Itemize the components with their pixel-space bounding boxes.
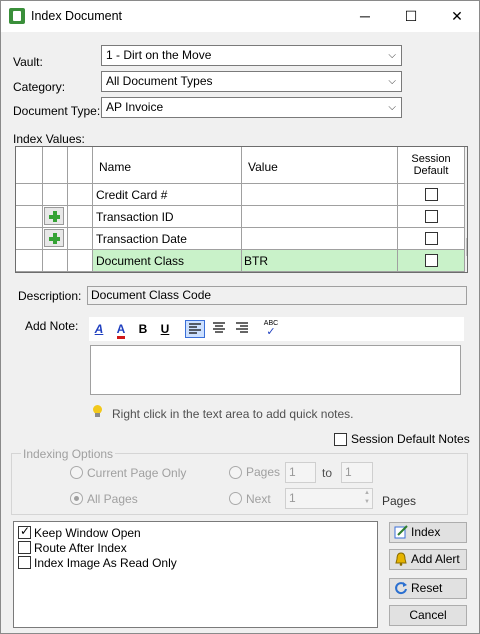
grid-scrollbar[interactable]: ▲ ▼	[465, 147, 467, 272]
all-pages-radio[interactable]	[70, 492, 83, 505]
index-button[interactable]: Index	[389, 522, 467, 543]
row-value-document-class[interactable]: BTR	[242, 250, 398, 272]
reset-icon	[395, 582, 407, 595]
minimize-button[interactable]: ─	[342, 1, 388, 32]
category-label: Category:	[13, 80, 66, 94]
row-value-transaction-date[interactable]	[242, 228, 398, 250]
index-document-window: Index Document ─ ☐ ✕ Vault: 1 - Dirt on …	[0, 0, 480, 634]
next-label: Next	[246, 492, 271, 506]
reset-button[interactable]: Reset	[389, 578, 467, 599]
align-left-icon[interactable]	[185, 320, 205, 338]
session-default-notes-checkbox[interactable]	[334, 433, 347, 446]
add-note-label: Add Note:	[25, 319, 79, 333]
pages-radio[interactable]	[229, 466, 242, 479]
align-center-icon[interactable]	[209, 320, 229, 338]
row-name-transaction-id: Transaction ID	[93, 206, 242, 228]
row-name-credit-card: Credit Card #	[93, 184, 242, 206]
row-value-transaction-id[interactable]	[242, 206, 398, 228]
quick-notes-hint: Right click in the text area to add quic…	[112, 407, 354, 421]
current-page-only-radio[interactable]	[70, 466, 83, 479]
chevron-down-icon: ⌵	[388, 50, 396, 61]
keep-window-open-checkbox[interactable]: ✓	[18, 524, 31, 539]
add-value-plus-icon[interactable]	[44, 207, 64, 225]
row-value-credit-card[interactable]	[242, 184, 398, 206]
description-label: Description:	[18, 289, 82, 303]
session-default-checkbox[interactable]	[425, 210, 438, 223]
row-name-transaction-date: Transaction Date	[93, 228, 242, 250]
pages-to-field[interactable]: 1	[341, 462, 373, 483]
vault-value: 1 - Dirt on the Move	[106, 48, 212, 62]
row-name-document-class: Document Class	[93, 250, 242, 272]
pages-label: Pages	[246, 465, 281, 479]
route-after-index-checkbox[interactable]	[18, 541, 31, 554]
next-pages-label: Pages	[382, 494, 417, 508]
next-radio[interactable]	[229, 492, 242, 505]
index-values-label: Index Values:	[13, 132, 85, 146]
session-default-checkbox[interactable]	[425, 254, 438, 267]
indexing-options-legend: Indexing Options	[21, 447, 116, 461]
column-header-value[interactable]: Value	[242, 147, 398, 184]
index-options-list: ✓ Keep Window Open Route After Index Ind…	[13, 521, 378, 628]
current-page-only-label: Current Page Only	[87, 466, 187, 480]
category-value: All Document Types	[106, 74, 213, 88]
scroll-thumb[interactable]	[466, 238, 467, 256]
session-default-checkbox[interactable]	[425, 232, 438, 245]
description-field: Document Class Code	[87, 286, 467, 305]
document-type-value: AP Invoice	[106, 100, 164, 114]
cancel-button[interactable]: Cancel	[389, 605, 467, 626]
chevron-down-icon: ⌵	[388, 102, 396, 113]
all-pages-label: All Pages	[87, 492, 138, 506]
index-values-grid: Name Value Session Default Credit Card #…	[15, 146, 468, 273]
note-textarea[interactable]	[90, 345, 461, 395]
vault-label: Vault:	[13, 55, 43, 69]
session-default-notes-label: Session Default Notes	[351, 432, 470, 446]
column-header-name[interactable]: Name	[93, 147, 242, 184]
add-alert-button[interactable]: Add Alert	[389, 549, 467, 570]
font-color-icon[interactable]: A	[111, 320, 131, 339]
vault-select[interactable]: 1 - Dirt on the Move ⌵	[101, 45, 402, 66]
bold-icon[interactable]: B	[133, 320, 153, 338]
category-select[interactable]: All Document Types ⌵	[101, 71, 402, 92]
title-bar: Index Document ─ ☐ ✕	[1, 1, 479, 32]
font-icon[interactable]: A	[89, 320, 109, 338]
maximize-button[interactable]: ☐	[388, 1, 434, 32]
underline-icon[interactable]: U	[155, 320, 175, 338]
column-header-session-default[interactable]: Session Default	[398, 147, 465, 184]
bell-icon	[395, 552, 407, 566]
note-toolbar: A A B U ABC ✓	[89, 317, 464, 341]
stepper-arrows-icon[interactable]: ▲ ▼	[364, 489, 370, 507]
index-pencil-icon	[394, 525, 408, 539]
document-type-select[interactable]: AP Invoice ⌵	[101, 97, 402, 118]
window-title: Index Document	[31, 9, 123, 23]
pages-to-label: to	[322, 466, 333, 480]
pages-from-field[interactable]: 1	[285, 462, 316, 483]
align-right-icon[interactable]	[232, 320, 252, 338]
session-default-checkbox[interactable]	[425, 188, 438, 201]
close-button[interactable]: ✕	[434, 1, 480, 32]
app-icon	[9, 8, 25, 24]
document-type-label: Document Type:	[13, 104, 101, 118]
add-value-plus-icon[interactable]	[44, 229, 64, 247]
next-pages-stepper[interactable]: 1 ▲ ▼	[285, 488, 373, 509]
read-only-checkbox[interactable]	[18, 556, 31, 569]
spell-check-icon[interactable]: ABC ✓	[261, 320, 281, 338]
chevron-down-icon: ⌵	[388, 76, 396, 87]
lightbulb-icon	[92, 405, 102, 417]
